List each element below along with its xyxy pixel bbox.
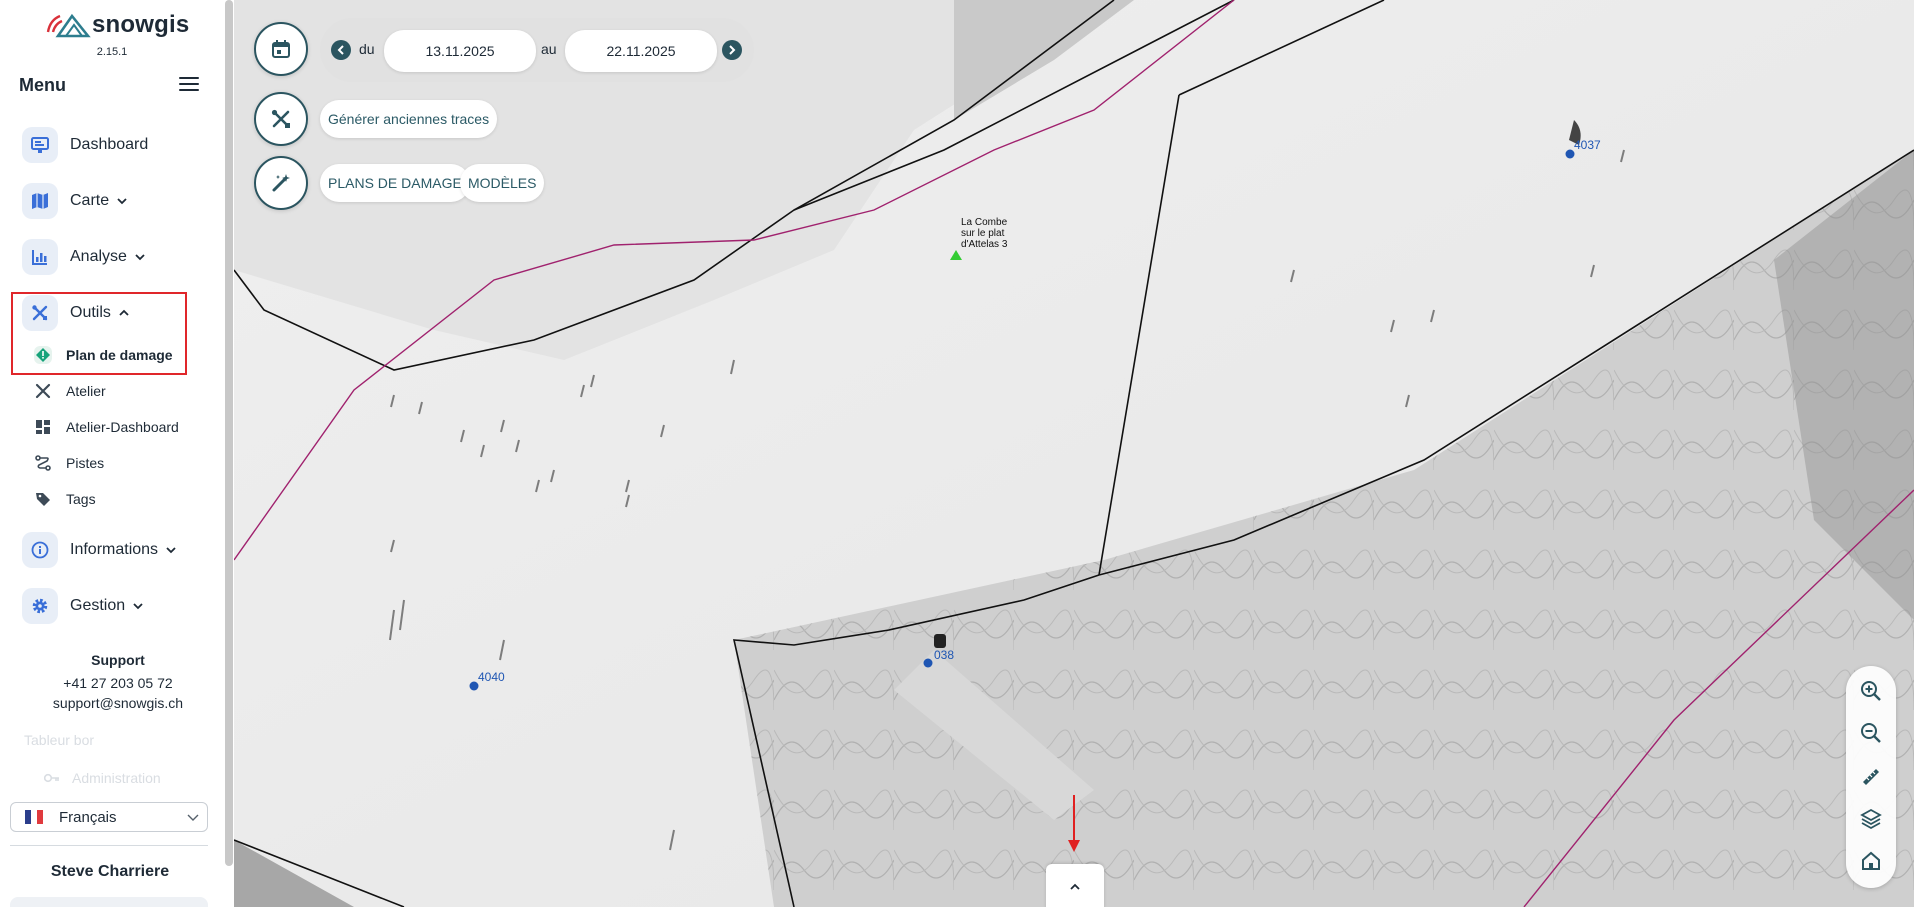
support-email[interactable]: support@snowgis.ch xyxy=(0,695,224,711)
bottom-panel-toggle[interactable] xyxy=(1046,864,1104,907)
sidebar-item-dashboard[interactable]: Dashboard xyxy=(22,125,148,165)
tools-icon xyxy=(271,109,290,128)
sidebar-subitem-label: Atelier xyxy=(66,383,106,399)
zoom-out-icon[interactable] xyxy=(1858,720,1884,746)
sidebar-subitem-label: Pistes xyxy=(66,455,105,471)
sidebar-subitem-tags[interactable]: Tags xyxy=(32,486,96,512)
chevron-down-icon xyxy=(187,814,199,821)
hamburger-menu-icon[interactable] xyxy=(179,77,199,93)
sidebar-subitem-plan-de-damage[interactable]: Plan de damage xyxy=(32,342,173,368)
sidebar-item-informations[interactable]: Informations xyxy=(22,530,176,570)
brand-name: snowgis xyxy=(92,11,190,38)
layers-icon[interactable] xyxy=(1858,806,1884,832)
date-to-input[interactable] xyxy=(565,30,717,72)
sidebar-subitem-label: Tags xyxy=(66,491,96,507)
map-view[interactable]: La Combe sur le plat d'Attelas 3 4037 03… xyxy=(234,0,1914,907)
date-from-label: du xyxy=(359,41,375,57)
tags-icon xyxy=(32,488,54,510)
chevron-down-icon xyxy=(135,254,145,261)
calendar-icon xyxy=(272,40,290,58)
user-actions[interactable] xyxy=(10,897,208,907)
support-phone[interactable]: +41 27 203 05 72 xyxy=(0,675,224,691)
chevron-down-icon xyxy=(117,198,127,205)
chevron-up-icon xyxy=(119,309,129,316)
user-name: Steve Charriere xyxy=(50,863,170,880)
bar-chart-icon xyxy=(22,239,58,275)
language-select[interactable]: Français xyxy=(10,802,208,832)
sidebar-item-outils[interactable]: Outils xyxy=(22,293,129,333)
support-title: Support xyxy=(91,652,145,668)
app-version: 2.15.1 xyxy=(96,46,128,58)
diamond-marker-icon xyxy=(32,344,54,366)
sidebar-item-label: Gestion xyxy=(70,597,126,614)
sidebar-subitem-pistes[interactable]: Pistes xyxy=(32,450,104,476)
france-flag-icon xyxy=(25,810,43,824)
marker-label[interactable]: 4040 xyxy=(478,670,505,684)
sidebar: snowgis 2.15.1 Menu Dashboard Carte Anal… xyxy=(0,0,224,907)
sidebar-item-analyse[interactable]: Analyse xyxy=(22,237,145,277)
sidebar-subitem-atelier-dashboard[interactable]: Atelier-Dashboard xyxy=(32,414,179,440)
chevron-left-icon xyxy=(337,45,344,55)
previous-period-button[interactable] xyxy=(331,40,351,60)
faded-administration-label: Administration xyxy=(72,770,161,786)
faded-administration: Administration xyxy=(44,770,161,786)
plans-de-damage-button[interactable]: PLANS DE DAMAGE xyxy=(320,164,470,202)
sidebar-item-carte[interactable]: Carte xyxy=(22,181,127,221)
info-icon xyxy=(22,532,58,568)
sidebar-subitem-label: Atelier-Dashboard xyxy=(66,419,179,435)
generate-old-traces-button[interactable]: Générer anciennes traces xyxy=(320,100,498,138)
date-to-label: au xyxy=(541,41,557,57)
chevron-up-icon xyxy=(1070,883,1080,890)
place-label-line: sur le plat xyxy=(961,228,1005,239)
monitor-icon xyxy=(22,127,58,163)
next-period-button[interactable] xyxy=(722,40,742,60)
map-controls xyxy=(1846,666,1896,888)
key-icon xyxy=(44,773,59,783)
sidebar-item-label: Informations xyxy=(70,541,159,558)
gear-icon xyxy=(22,588,58,624)
sidebar-item-label: Outils xyxy=(70,304,111,321)
models-button[interactable]: MODÈLES xyxy=(460,164,545,202)
zoom-in-icon[interactable] xyxy=(1858,678,1884,704)
marker-label[interactable]: 038 xyxy=(934,648,954,662)
ruler-icon[interactable] xyxy=(1858,764,1884,790)
route-icon xyxy=(32,452,54,474)
tools-icon xyxy=(22,295,58,331)
chevron-right-icon xyxy=(729,45,736,55)
place-label-line: d'Attelas 3 xyxy=(961,239,1008,250)
sidebar-item-label: Analyse xyxy=(70,248,127,265)
magic-wand-button[interactable] xyxy=(254,156,308,210)
tools-icon xyxy=(32,380,54,402)
sidebar-scrollbar[interactable] xyxy=(224,0,234,907)
tools-button[interactable] xyxy=(254,92,308,146)
chevron-down-icon xyxy=(166,547,176,554)
marker-label[interactable]: 4037 xyxy=(1574,138,1601,152)
faded-menu-item: Tableur bor xyxy=(24,732,95,748)
home-icon[interactable] xyxy=(1858,848,1884,874)
place-label: La Combe sur le plat d'Attelas 3 xyxy=(961,217,1007,250)
sidebar-subitem-label: Plan de damage xyxy=(66,347,173,363)
date-from-input[interactable] xyxy=(384,30,536,72)
scrollbar-thumb[interactable] xyxy=(225,0,233,866)
magic-wand-icon xyxy=(272,174,290,192)
dashboard-icon xyxy=(32,416,54,438)
sidebar-item-label: Dashboard xyxy=(70,136,149,153)
calendar-button[interactable] xyxy=(254,22,308,76)
menu-title: Menu xyxy=(19,75,66,95)
sidebar-item-label: Carte xyxy=(70,192,110,209)
divider xyxy=(10,845,208,846)
language-label: Français xyxy=(59,808,117,826)
sidebar-subitem-atelier[interactable]: Atelier xyxy=(32,378,106,404)
place-label-line: La Combe xyxy=(961,217,1008,228)
sidebar-item-gestion[interactable]: Gestion xyxy=(22,586,143,626)
chevron-down-icon xyxy=(133,603,143,610)
map-icon xyxy=(22,183,58,219)
